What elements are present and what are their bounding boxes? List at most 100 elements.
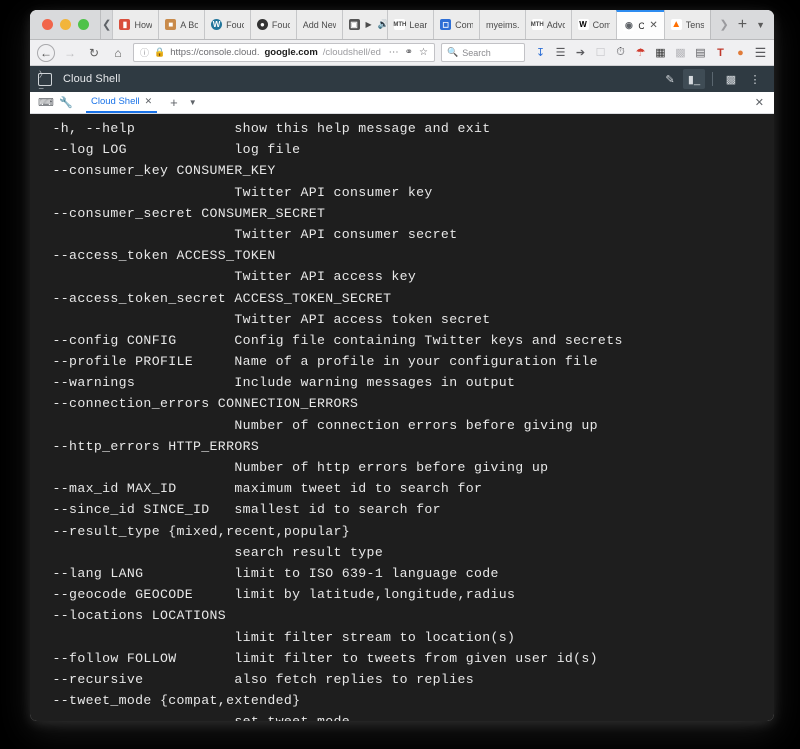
home-button[interactable]: ⌂ [109,44,127,62]
new-session-button[interactable]: + [170,95,178,110]
play-icon: ▶ [365,20,372,29]
library-icon[interactable]: ☰ [554,46,567,59]
browser-tab-cloud-shell[interactable]: ◉ Cl ✕ [616,10,664,39]
url-domain: google.com [264,47,318,58]
browser-tab-label: How I [134,19,153,30]
calendar-icon[interactable]: ▦ [654,46,667,59]
cloud-shell-session-tab-label: Cloud Shell [91,96,140,107]
downloads-icon[interactable]: ↧ [534,46,547,59]
hamburger-menu-icon[interactable]: ☰ [754,45,767,60]
tabstrip-controls: ❯ + ▼ [709,10,774,39]
ellipsis-icon[interactable]: ⋯ [389,47,399,58]
book-icon: ■ [165,19,177,30]
wordpress-icon: W [211,19,223,30]
terminal-panel[interactable]: -h, --help show this help message and ex… [30,114,774,721]
browser-toolbar: ← → ↻ ⌂ ⓘ 🔒 https://console.cloud. google… [30,40,774,66]
pocket-icon[interactable]: ⚭ [405,47,413,58]
close-window-button[interactable] [42,19,53,30]
tensorflow-icon: ▲ [670,18,682,30]
terminal-line: --http_errors HTTP_ERRORS [36,438,260,454]
browser-tab-strip: ❮ ▮ How I ■ A Boo W Fouca ● Fouca Add Ne… [30,10,774,40]
browser-tab-label: Comm [455,19,473,30]
terminal-line: --access_token ACCESS_TOKEN [36,248,276,264]
history-icon[interactable]: ⏱ [614,46,627,59]
search-placeholder: Search [462,47,491,58]
terminal-line: --tweet_mode {compat,extended} [36,693,301,709]
cloud-shell-tabbar: ⌨ 🔧 Cloud Shell ✕ + ▼ ✕ [30,92,774,114]
close-panel-button[interactable]: ✕ [755,96,768,109]
browser-tab-comm-chat[interactable]: ◻ Comm [433,10,479,39]
browser-tab-how-i[interactable]: ▮ How I [112,10,159,39]
terminal-line: Number of http errors before giving up [36,460,549,475]
terminal-line: --access_token_secret ACCESS_TOKEN_SECRE… [36,290,392,306]
new-tab-button[interactable]: + [738,16,747,34]
close-tab-button[interactable]: ✕ [649,20,657,31]
cc-icon[interactable]: ▩ [674,46,687,59]
browser-tab-fouca-wp[interactable]: W Fouca [204,10,250,39]
open-new-window-button[interactable]: ▩ [720,69,742,89]
terminal-line: --geocode GEOCODE limit by latitude,long… [36,587,516,603]
forward-button[interactable]: → [61,44,79,62]
terminal-line: --warnings Include warning messages in o… [36,375,516,391]
browser-tab-comm-wiki[interactable]: W Comm [570,10,617,39]
cloud-shell-logo-icon: 〉_ [38,70,52,89]
scroll-tabs-right-button[interactable]: ❯ [720,18,729,31]
scroll-tabs-left-button[interactable]: ❮ [100,10,112,39]
search-input[interactable]: 🔍 Search [441,43,525,62]
shield-badge-icon[interactable]: ☂ [634,46,647,59]
screenshot-icon[interactable]: ☐ [594,46,607,59]
keyboard-icon[interactable]: ⌨ [36,94,56,112]
terminal-line: --profile PROFILE Name of a profile in y… [36,354,598,370]
browser-tab-label: Fouca [226,19,244,30]
terminal-line: --recursive also fetch replies to replie… [36,671,474,687]
terminal-line: limit filter stream to location(s) [36,629,516,645]
terminal-line: Twitter API consumer secret [36,226,458,242]
terminal-line: Number of connection errors before givin… [36,417,598,433]
browser-tab-fouca-globe[interactable]: ● Fouca [249,10,296,39]
url-path: /cloudshell/ed [322,47,381,58]
close-session-icon[interactable]: ✕ [145,96,153,107]
browser-tab-learn[interactable]: MTH Learn [387,10,434,39]
terminal-line: --consumer_key CONSUMER_KEY [36,163,276,179]
terminal-line: --locations LOCATIONS [36,608,227,624]
terminal-line: --follow FOLLOW limit filter to tweets f… [36,650,598,666]
mth-icon: MTH [393,19,406,30]
terminal-line: --max_id MAX_ID maximum tweet id to sear… [36,481,483,497]
text-icon[interactable]: T [714,46,727,59]
cloud-shell-session-tab[interactable]: Cloud Shell ✕ [86,92,158,113]
wrench-icon[interactable]: 🔧 [56,94,76,112]
edit-button[interactable]: ✎ [659,69,681,89]
lock-icon: 🔒 [154,47,166,57]
browser-tab-label: Learn [409,19,428,30]
video-icon: ▣ [348,19,360,30]
reload-button[interactable]: ↻ [85,44,103,62]
browser-tab-myeims[interactable]: myeims.un [478,10,525,39]
terminal-button[interactable]: ▮_ [683,69,705,89]
browser-tab-a-book[interactable]: ■ A Boo [158,10,205,39]
more-options-button[interactable]: ⋮ [744,69,766,89]
page-info-icon[interactable]: ⓘ [140,46,149,59]
list-all-tabs-button[interactable]: ▼ [756,20,765,30]
pointer-icon[interactable]: ➔ [574,46,587,59]
session-menu-button[interactable]: ▼ [189,98,197,107]
address-bar[interactable]: ⓘ 🔒 https://console.cloud. google.com/clo… [133,43,435,62]
maximize-window-button[interactable] [78,19,89,30]
browser-tab-tensorflow[interactable]: ▲ Tenso [663,10,710,39]
browser-tab-label: Advoc [546,19,565,30]
terminal-line: Twitter API access key [36,269,417,285]
terminal-line: --lang LANG limit to ISO 639-1 language … [36,565,499,581]
browser-tab-media[interactable]: ▣ ▶ 🔊 [341,10,388,39]
terminal-line: -h, --help show this help message and ex… [36,121,491,136]
browser-tab-advoc[interactable]: MTH Advoc [524,10,571,39]
star-icon[interactable]: ☆ [419,47,428,58]
reader-icon[interactable]: ▤ [694,46,707,59]
browser-tab-label: Cl [638,20,645,31]
browser-tab-add-new[interactable]: Add New [295,10,342,39]
back-button[interactable]: ← [37,43,55,62]
terminal-line: --config CONFIG Config file containing T… [36,332,623,348]
cloud-shell-icon: ◉ [623,20,635,31]
header-divider [712,72,713,86]
browser-tab-label: Fouca [271,19,290,30]
palette-icon[interactable]: ● [734,46,747,59]
minimize-window-button[interactable] [60,19,71,30]
